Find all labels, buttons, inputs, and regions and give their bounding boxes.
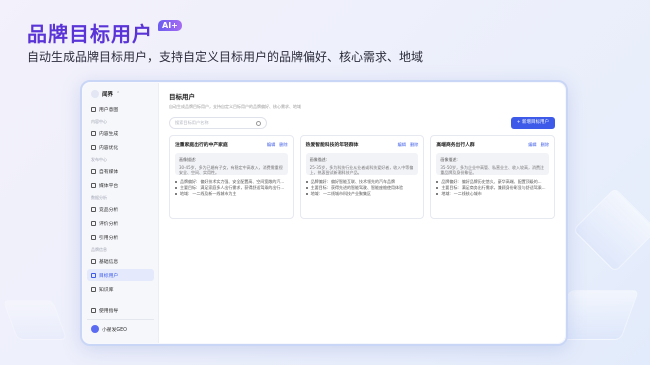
info-icon xyxy=(91,258,96,264)
page-title: 目标用户 xyxy=(169,93,195,101)
delete-button[interactable]: 删除 xyxy=(410,142,418,148)
edit-button[interactable]: 编辑 xyxy=(267,142,275,148)
sidebar-item-competitor[interactable]: 竞品分析 xyxy=(87,203,154,215)
delete-button[interactable]: 删除 xyxy=(279,142,287,148)
user-name: 小翟发GEO xyxy=(102,327,127,333)
edit-button[interactable]: 编辑 xyxy=(398,142,406,148)
profile-box: 画像描述: 25-35岁，多为科技行业从业者或科技爱好者，收入中等偏上，热衷尝试… xyxy=(305,153,419,176)
attribute-key: 地域: xyxy=(441,191,451,196)
card-list: 注重家庭出行的中产家庭 编辑 删除 画像描述: 30-45岁，多为已婚有子女，有稳… xyxy=(169,135,556,219)
add-target-user-button[interactable]: + 新增目标用户 xyxy=(510,117,555,129)
divider xyxy=(87,319,154,320)
help-icon xyxy=(91,307,96,313)
profile-label: 画像描述: xyxy=(309,157,328,162)
attribute-row: 地域: 一二线及新一线城市为主 xyxy=(175,191,288,197)
section-title: 发布中心 xyxy=(91,157,107,162)
section-title: 数据分析 xyxy=(91,195,107,200)
user-card: 注重家庭出行的中产家庭 编辑 删除 画像描述: 30-45岁，多为已婚有子女，有稳… xyxy=(169,135,294,219)
user-card: 热爱智能科技的年轻群体 编辑 删除 画像描述: 25-35岁，多为科技行业从业者或… xyxy=(299,135,425,219)
profile-box: 画像描述: 30-45岁，多为已婚有子女，有稳定中高收入，消费需重视安全、空间、… xyxy=(175,153,288,175)
sidebar-item-label: 使用指导 xyxy=(99,308,119,314)
sidebar-item-label: 目标用户 xyxy=(99,273,119,279)
sidebar-item-label: 评价分析 xyxy=(99,221,119,227)
brand-name: 闻界 xyxy=(102,92,114,98)
search-placeholder: 搜索目标用户名称 xyxy=(175,120,209,125)
compare-icon xyxy=(91,206,96,212)
sidebar-item-knowledge[interactable]: 知识库 xyxy=(87,283,154,295)
sidebar-item-label: 内容生成 xyxy=(99,131,119,137)
sidebar-item-label: 引用分析 xyxy=(99,235,119,241)
page-description: 自动生成品牌目标用户，支持自定义目标用户的品牌偏好、核心需求、地域 xyxy=(169,104,301,109)
sidebar-item-owned-media[interactable]: 自有媒体 xyxy=(87,165,154,177)
ai-badge: AI+ xyxy=(158,20,182,31)
edit-icon xyxy=(91,144,96,150)
search-icon[interactable] xyxy=(256,120,261,126)
sidebar-item-label: 知识库 xyxy=(99,287,114,293)
sidebar-item-content-generate[interactable]: 内容生成 xyxy=(87,127,154,139)
attribute-key: 地域: xyxy=(310,191,321,196)
edit-button[interactable]: 编辑 xyxy=(528,142,536,148)
sidebar-item-label: 自有媒体 xyxy=(99,169,119,175)
section-title: 内容中心 xyxy=(91,119,107,124)
main-content: 目标用户 自动生成品牌目标用户，支持自定义目标用户的品牌偏好、核心需求、地域 搜… xyxy=(159,83,565,343)
attribute-value: 一二线及新一线城市为主 xyxy=(192,191,237,196)
headline-title: 品牌目标用户 xyxy=(27,22,153,46)
sidebar-item-user-intent[interactable]: 用户意图 xyxy=(87,103,154,115)
search-input[interactable]: 搜索目标用户名称 xyxy=(169,117,267,129)
delete-button[interactable]: 删除 xyxy=(541,142,549,148)
profile-label: 画像描述: xyxy=(440,157,458,162)
attribute-key: 地域: xyxy=(180,191,190,196)
book-icon xyxy=(91,286,96,292)
user-profile[interactable]: 小翟发GEO xyxy=(87,323,154,335)
app-window: 闻界 ⌃ 用户意图 内容中心 内容生成 内容优化 发布中心 自有媒体 媒体平台 … xyxy=(83,83,565,343)
avatar xyxy=(91,325,99,333)
media-icon xyxy=(91,168,96,174)
attribute-value: 一二线城市科技产业聚集区 xyxy=(323,191,372,196)
card-title: 热爱智能科技的年轻群体 xyxy=(305,143,359,148)
section-title: 品牌信息 xyxy=(91,247,107,252)
attribute-value: 一二线核心城市 xyxy=(453,191,482,196)
brand-switcher[interactable]: 闻界 ⌃ xyxy=(91,88,154,100)
profile-text: 35-50岁，多为企业中高管、私营业主、收入较高，消费注重品牌及身份象征。 xyxy=(440,165,544,176)
rating-icon xyxy=(91,220,96,226)
attribute-row: 地域: 一二线核心城市 xyxy=(436,191,549,197)
card-title: 注重家庭出行的中产家庭 xyxy=(175,143,228,148)
toolbar: 搜索目标用户名称 + 新增目标用户 xyxy=(169,117,555,129)
sidebar-item-label: 内容优化 xyxy=(99,145,119,151)
sidebar-item-label: 用户意图 xyxy=(99,107,119,113)
sidebar-item-citation[interactable]: 引用分析 xyxy=(87,231,154,243)
attribute-row: 地域: 一二线城市科技产业聚集区 xyxy=(305,191,419,197)
sidebar: 闻界 ⌃ 用户意图 内容中心 内容生成 内容优化 发布中心 自有媒体 媒体平台 … xyxy=(83,83,159,343)
profile-text: 30-45岁，多为已婚有子女，有稳定中高收入，消费需重视安全、空间、实用性。 xyxy=(179,165,283,176)
sidebar-item-content-optimize[interactable]: 内容优化 xyxy=(87,141,154,153)
platform-icon xyxy=(91,182,96,188)
sidebar-item-basic-info[interactable]: 基础信息 xyxy=(87,255,154,267)
sidebar-item-review[interactable]: 评价分析 xyxy=(87,217,154,229)
profile-box: 画像描述: 35-50岁，多为企业中高管、私营业主、收入较高，消费注重品牌及身份… xyxy=(436,153,550,176)
sidebar-item-label: 媒体平台 xyxy=(99,183,119,189)
doc-icon xyxy=(91,130,96,136)
sidebar-item-label: 竞品分析 xyxy=(99,207,119,213)
profile-label: 画像描述: xyxy=(179,157,197,162)
headline: 品牌目标用户 AI+ xyxy=(27,18,182,47)
profile-text: 25-35岁，多为科技行业从业者或科技爱好者，收入中等偏上，热衷尝试新潮科技产品… xyxy=(309,165,414,176)
cite-icon xyxy=(91,234,96,240)
sidebar-item-label: 基础信息 xyxy=(99,259,119,265)
users-icon xyxy=(91,272,96,278)
chevron-up-down-icon: ⌃ xyxy=(116,91,121,97)
sidebar-item-media-platform[interactable]: 媒体平台 xyxy=(87,179,154,191)
headline-subtitle: 自动生成品牌目标用户，支持自定义目标用户的品牌偏好、核心需求、地域 xyxy=(27,50,424,64)
card-title: 高端商务出行人群 xyxy=(436,143,475,148)
sidebar-item-guide[interactable]: 使用指导 xyxy=(87,304,154,316)
sidebar-item-target-users[interactable]: 目标用户 xyxy=(87,269,154,281)
brand-logo xyxy=(91,90,99,98)
user-card: 高端商务出行人群 编辑 删除 画像描述: 35-50岁，多为企业中高管、私营业主、… xyxy=(430,135,556,219)
user-icon xyxy=(91,106,96,112)
